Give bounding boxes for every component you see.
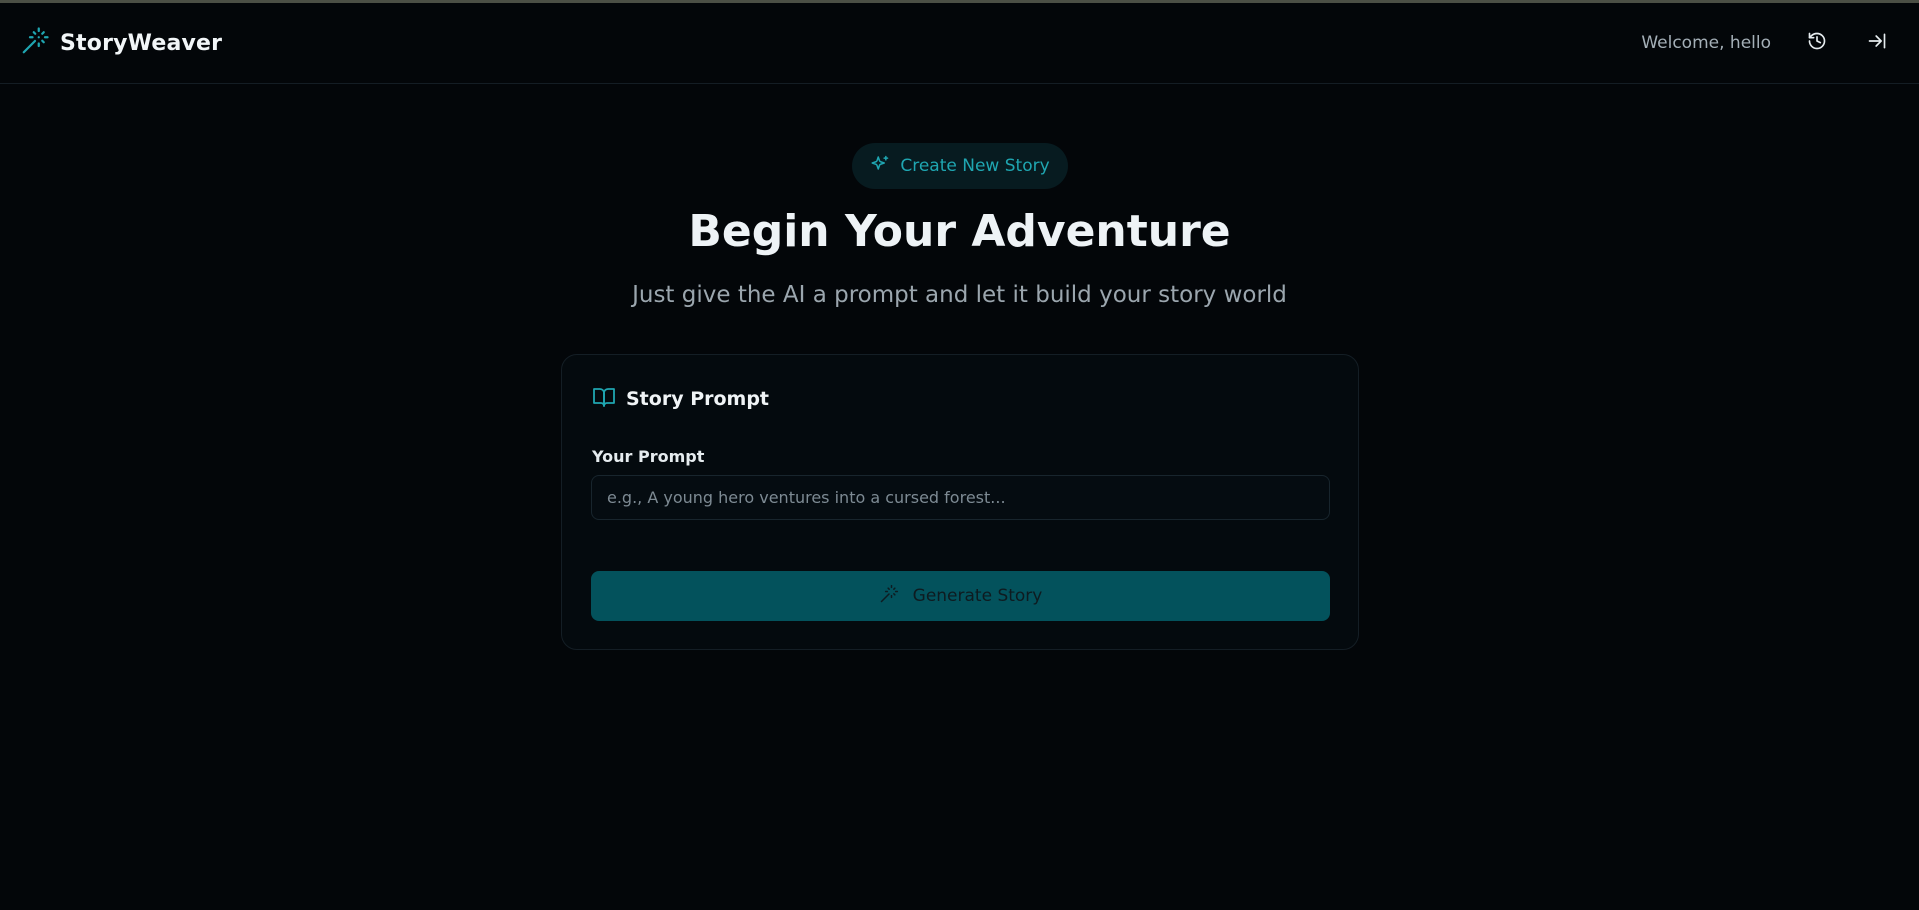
logout-button[interactable] xyxy=(1855,21,1899,65)
card-title: Story Prompt xyxy=(626,388,770,410)
brand-name: StoryWeaver xyxy=(60,30,223,56)
card-header: Story Prompt xyxy=(592,385,769,413)
prompt-input[interactable] xyxy=(591,475,1330,520)
magic-wand-icon xyxy=(879,584,899,609)
page-title: Begin Your Adventure xyxy=(688,206,1231,257)
history-button[interactable] xyxy=(1795,21,1839,65)
welcome-text: Welcome, hello xyxy=(1641,33,1771,53)
magic-wand-icon xyxy=(20,26,50,60)
sparkles-icon xyxy=(870,154,890,179)
generate-story-label: Generate Story xyxy=(912,586,1043,606)
story-prompt-card: Story Prompt Your Prompt Generate Story xyxy=(561,354,1359,650)
logout-icon xyxy=(1867,31,1887,55)
app-header: StoryWeaver Welcome, hello xyxy=(0,3,1919,84)
book-open-icon xyxy=(592,385,616,413)
brand[interactable]: StoryWeaver xyxy=(20,26,222,60)
create-new-story-badge[interactable]: Create New Story xyxy=(852,143,1068,189)
history-icon xyxy=(1807,31,1827,55)
prompt-label: Your Prompt xyxy=(592,447,705,466)
generate-story-button[interactable]: Generate Story xyxy=(591,571,1330,621)
page-subtitle: Just give the AI a prompt and let it bui… xyxy=(632,282,1287,308)
badge-label: Create New Story xyxy=(900,156,1050,176)
